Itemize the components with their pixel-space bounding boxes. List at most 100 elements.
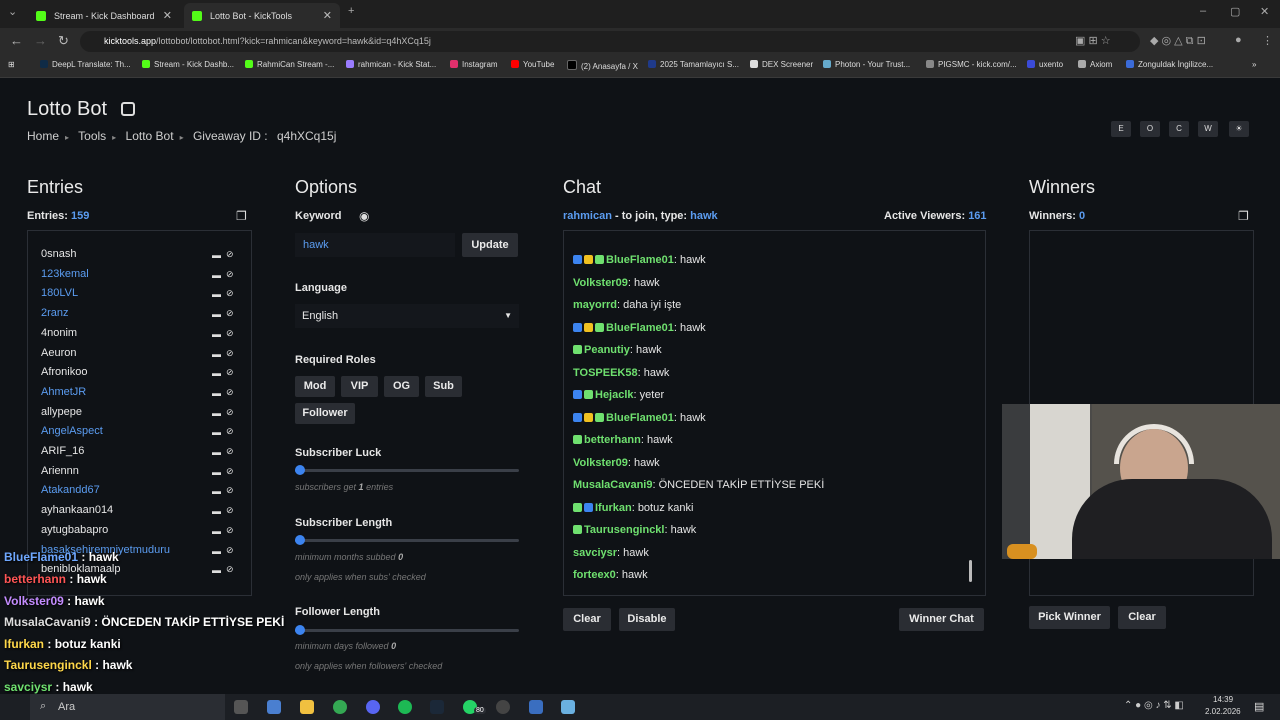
remove-entry-icon[interactable]: ▬ — [212, 546, 221, 556]
maximize-icon[interactable]: ▢ — [1230, 5, 1240, 18]
toolbar-icons[interactable]: ◆ ◎ △ ⧉ ⊡ — [1150, 34, 1206, 48]
bookmark-zonguldak[interactable]: Zonguldak İngilizce... — [1126, 60, 1213, 69]
bookmark-axiom[interactable]: Axiom — [1078, 60, 1112, 69]
ban-entry-icon[interactable]: ⊘ — [226, 525, 234, 536]
update-button[interactable]: Update — [462, 233, 518, 257]
notification-icon[interactable]: ▤ — [1254, 700, 1264, 713]
bookmark-youtube[interactable]: YouTube — [511, 60, 554, 69]
role-vip-button[interactable]: VIP — [341, 376, 378, 397]
tray-icons[interactable]: ⌃ ● ◎ ♪ ⇅ ◧ — [1124, 700, 1184, 711]
bookmark-uxento[interactable]: uxento — [1027, 60, 1063, 69]
forward-icon[interactable]: → — [34, 33, 47, 48]
folder-icon[interactable] — [300, 700, 314, 714]
chat-username[interactable]: mayorrd — [573, 299, 617, 311]
pick-winner-button[interactable]: Pick Winner — [1029, 606, 1110, 629]
chat-username[interactable]: Peanutiy — [584, 344, 630, 356]
ban-entry-icon[interactable]: ⊘ — [226, 446, 234, 457]
chrome-icon[interactable] — [333, 700, 347, 714]
copy-entries-icon[interactable]: ❐ — [236, 209, 247, 223]
close-icon[interactable]: ✕ — [323, 9, 332, 22]
ban-entry-icon[interactable]: ⊘ — [226, 485, 234, 496]
chat-username[interactable]: forteex0 — [573, 569, 616, 581]
remove-entry-icon[interactable]: ▬ — [212, 526, 221, 536]
ban-entry-icon[interactable]: ⊘ — [226, 387, 234, 398]
keyword-input[interactable]: hawk — [295, 233, 455, 257]
chat-username[interactable]: Volkster09 — [573, 457, 628, 469]
ban-entry-icon[interactable]: ⊘ — [226, 367, 234, 378]
ban-entry-icon[interactable]: ⊘ — [226, 269, 234, 280]
chat-username[interactable]: BlueFlame01 — [606, 412, 674, 424]
ban-entry-icon[interactable]: ⊘ — [226, 564, 234, 575]
chat-clear-button[interactable]: Clear — [563, 608, 611, 631]
remove-entry-icon[interactable]: ▬ — [212, 467, 221, 477]
slider-handle[interactable] — [295, 625, 305, 635]
task-view-icon[interactable] — [234, 700, 248, 714]
bookmark-pigsmc[interactable]: PIGSMC - kick.com/... — [926, 60, 1017, 69]
more-bookmarks-icon[interactable]: » — [1252, 60, 1256, 69]
profile-avatar[interactable]: ● — [1235, 34, 1242, 46]
discord-icon[interactable] — [366, 700, 380, 714]
chat-scrollbar[interactable] — [969, 560, 972, 582]
winner-chat-button[interactable]: Winner Chat — [899, 608, 984, 631]
chat-username[interactable]: betterhann — [584, 434, 641, 446]
bookmark-photon[interactable]: Photon - Your Trust... — [823, 60, 910, 69]
role-sub-button[interactable]: Sub — [425, 376, 462, 397]
taskbar-search[interactable]: ⌕ Ara — [30, 694, 225, 720]
subscriber-luck-slider[interactable] — [295, 465, 519, 475]
remove-entry-icon[interactable]: ▬ — [212, 506, 221, 516]
ban-entry-icon[interactable]: ⊘ — [226, 348, 234, 359]
bookmark-rahmican-stream[interactable]: RahmiCan Stream -... — [245, 60, 334, 69]
tab-lotto-bot[interactable]: Lotto Bot - KickTools ✕ — [184, 3, 340, 28]
new-tab-icon[interactable]: + — [348, 5, 354, 17]
role-follower-button[interactable]: Follower — [295, 403, 355, 424]
remove-entry-icon[interactable]: ▬ — [212, 408, 221, 418]
remove-entry-icon[interactable]: ▬ — [212, 289, 221, 299]
extension-icons[interactable]: ▣ ⊞ ☆ — [1075, 34, 1111, 47]
remove-entry-icon[interactable]: ▬ — [212, 270, 221, 280]
theme-button-c[interactable]: C — [1169, 121, 1189, 137]
app-icon[interactable] — [529, 700, 543, 714]
chat-username[interactable]: Taurusenginckl — [584, 524, 664, 536]
ban-entry-icon[interactable]: ⊘ — [226, 545, 234, 556]
address-bar[interactable]: kicktools.app/lottobot/lottobot.html?kic… — [80, 31, 1140, 52]
remove-entry-icon[interactable]: ▬ — [212, 565, 221, 575]
chat-username[interactable]: Ifurkan — [595, 502, 632, 514]
apps-icon[interactable]: ⊞ — [8, 60, 15, 69]
theme-button-e[interactable]: E — [1111, 121, 1131, 137]
ban-entry-icon[interactable]: ⊘ — [226, 466, 234, 477]
bookmark-kick-dashboard[interactable]: Stream - Kick Dashb... — [142, 60, 234, 69]
ban-entry-icon[interactable]: ⊘ — [226, 308, 234, 319]
bookmark-tamamlayici[interactable]: 2025 Tamamlayıcı S... — [648, 60, 739, 69]
breadcrumb-lotto-bot[interactable]: Lotto Bot — [126, 129, 174, 143]
slider-handle[interactable] — [295, 535, 305, 545]
reload-icon[interactable]: ↻ — [58, 33, 69, 49]
menu-icon[interactable]: ⋮ — [1262, 34, 1273, 47]
back-icon[interactable]: ← — [10, 33, 23, 48]
ban-entry-icon[interactable]: ⊘ — [226, 328, 234, 339]
theme-button-o[interactable]: O — [1140, 121, 1160, 137]
remove-entry-icon[interactable]: ▬ — [212, 349, 221, 359]
explorer-app-icon[interactable] — [267, 700, 281, 714]
remove-entry-icon[interactable]: ▬ — [212, 309, 221, 319]
chat-username[interactable]: Hejaclk — [595, 389, 634, 401]
chat-username[interactable]: BlueFlame01 — [606, 254, 674, 266]
slider-handle[interactable] — [295, 465, 305, 475]
obs-icon[interactable] — [496, 700, 510, 714]
breadcrumb-tools[interactable]: Tools — [78, 129, 106, 143]
subscriber-length-slider[interactable] — [295, 535, 519, 545]
language-select[interactable]: English ▼ — [295, 304, 519, 328]
bookmark-x[interactable]: (2) Anasayfa / X — [567, 60, 638, 71]
remove-entry-icon[interactable]: ▬ — [212, 250, 221, 260]
remove-entry-icon[interactable]: ▬ — [212, 447, 221, 457]
role-og-button[interactable]: OG — [384, 376, 419, 397]
eye-icon[interactable]: ◉ — [359, 209, 369, 223]
chat-username[interactable]: MusalaCavani9 — [573, 479, 652, 491]
remove-entry-icon[interactable]: ▬ — [212, 329, 221, 339]
chat-disable-button[interactable]: Disable — [619, 608, 675, 631]
close-window-icon[interactable]: ✕ — [1260, 5, 1269, 18]
bookmark-dex-screener[interactable]: DEX Screener — [750, 60, 813, 69]
ban-entry-icon[interactable]: ⊘ — [226, 288, 234, 299]
ban-entry-icon[interactable]: ⊘ — [226, 505, 234, 516]
bookmark-kick-stats[interactable]: rahmican - Kick Stat... — [346, 60, 436, 69]
chat-username[interactable]: Volkster09 — [573, 277, 628, 289]
